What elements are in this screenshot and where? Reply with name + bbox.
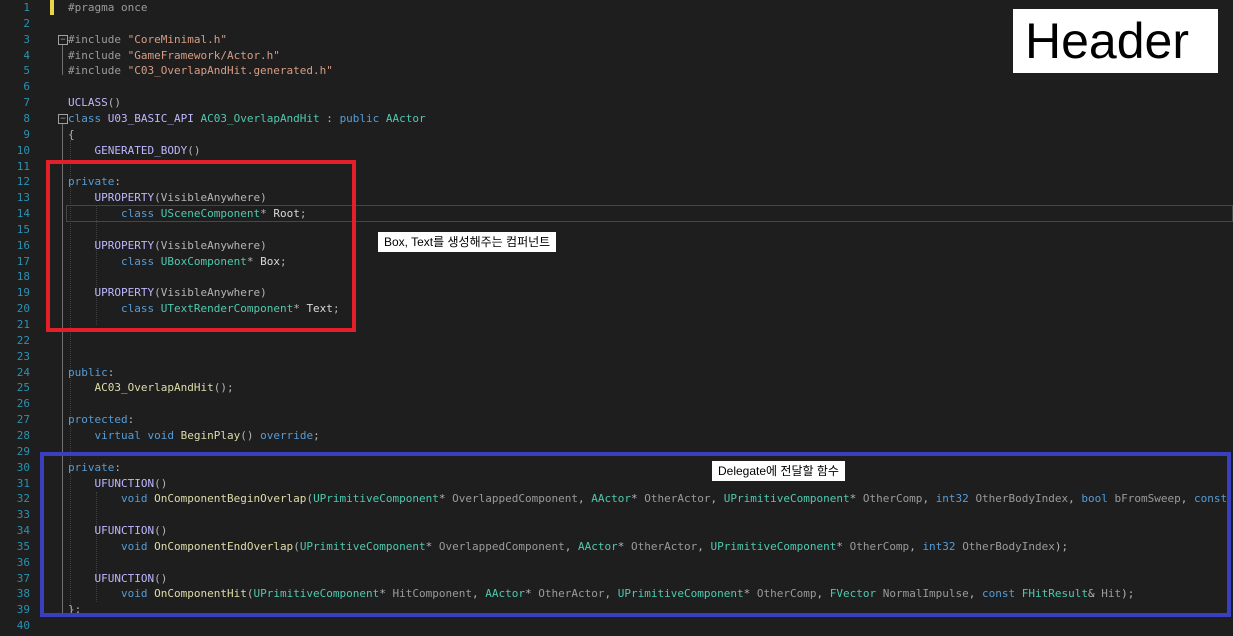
code-token: GENERATED_BODY	[94, 143, 188, 157]
code-line[interactable]: #include "GameFramework/Actor.h"	[68, 48, 280, 64]
code-line[interactable]: public:	[68, 365, 114, 381]
line-number: 4	[23, 48, 30, 62]
code-token: {	[68, 127, 75, 141]
collapse-icon[interactable]: −	[58, 35, 68, 45]
fold-guide	[62, 45, 63, 75]
code-token: #include	[68, 64, 128, 78]
code-token: "GameFramework/Actor.h"	[127, 48, 280, 62]
line-number: 22	[16, 333, 30, 347]
line-number: 5	[23, 64, 30, 78]
code-token: BeginPlay	[180, 428, 241, 442]
line-number: 11	[16, 159, 30, 173]
code-token: override	[260, 428, 314, 442]
code-line[interactable]: GENERATED_BODY()	[68, 143, 201, 159]
code-token: U03_BASIC_API	[107, 111, 201, 125]
line-number: 38	[16, 587, 30, 601]
line-number: 20	[16, 302, 30, 316]
code-line[interactable]: virtual void BeginPlay() override;	[68, 428, 320, 444]
code-token: ;	[313, 428, 320, 442]
code-token: #pragma once	[68, 1, 148, 14]
line-number-gutter: 1 2 3 4 5 6 7 8 9 10 11 12 13 14 15 16 17 18 19 20 21 22 23 24 2…	[0, 0, 40, 636]
code-token: AC03_OverlapAndHit	[94, 381, 214, 395]
code-token: AC03_OverlapAndHit	[200, 111, 320, 125]
code-token: UCLASS	[68, 96, 108, 110]
code-token: ();	[213, 381, 234, 395]
line-number: 17	[16, 254, 30, 268]
line-number: 40	[16, 619, 30, 633]
line-number: 29	[16, 444, 30, 458]
line-number: 35	[16, 539, 30, 553]
code-token: protected	[68, 413, 128, 427]
line-number: 24	[16, 365, 30, 379]
line-number: 31	[16, 476, 30, 490]
code-token: "CoreMinimal.h"	[127, 32, 227, 46]
components-note: Box, Text를 생성해주는 컴퍼넌트	[378, 232, 557, 252]
code-token: public	[68, 365, 108, 379]
line-number: 19	[16, 286, 30, 300]
code-token: public	[339, 111, 386, 125]
code-token: #include	[68, 48, 128, 62]
line-number: 10	[16, 143, 30, 157]
line-number: 39	[16, 603, 30, 617]
line-number: 28	[16, 428, 30, 442]
collapse-icon[interactable]: −	[58, 114, 68, 124]
code-line[interactable]: AC03_OverlapAndHit();	[68, 380, 234, 396]
code-token: AActor	[385, 111, 426, 125]
code-token: "C03_OverlapAndHit.generated.h"	[127, 64, 333, 78]
code-line[interactable]: protected:	[68, 412, 134, 428]
code-token: class	[68, 111, 108, 125]
code-line[interactable]: {	[68, 127, 75, 143]
code-line[interactable]: #pragma once	[68, 0, 147, 16]
line-number: 32	[16, 492, 30, 506]
code-token: :	[319, 111, 340, 125]
change-marker	[50, 0, 54, 15]
line-number: 23	[16, 349, 30, 363]
line-number: 7	[23, 96, 30, 110]
line-number: 1	[23, 1, 30, 14]
line-number: 18	[16, 270, 30, 284]
line-number: 13	[16, 191, 30, 205]
code-token: ()	[187, 143, 201, 157]
private-members-highlight	[46, 160, 356, 332]
line-number: 37	[16, 571, 30, 585]
line-number: 15	[16, 222, 30, 236]
code-token: :	[127, 413, 135, 427]
delegate-functions-highlight	[40, 452, 1231, 617]
code-line[interactable]: UCLASS()	[68, 95, 121, 111]
line-number: 34	[16, 524, 30, 538]
code-line[interactable]: #include "CoreMinimal.h"	[68, 32, 227, 48]
line-number: 26	[16, 397, 30, 411]
line-number: 3	[23, 32, 30, 46]
line-number: 21	[16, 318, 30, 331]
line-number: 2	[23, 16, 30, 30]
code-token: virtual	[94, 428, 148, 442]
line-number: 6	[23, 80, 30, 94]
code-token: #include	[68, 32, 128, 46]
line-number: 36	[16, 555, 30, 569]
code-line[interactable]: #include "C03_OverlapAndHit.generated.h"	[68, 63, 333, 79]
line-number: 25	[16, 381, 30, 395]
line-number: 27	[16, 413, 30, 427]
code-token: :	[107, 365, 115, 379]
line-number: 14	[16, 207, 30, 221]
code-token: void	[147, 428, 181, 442]
code-line[interactable]: class U03_BASIC_API AC03_OverlapAndHit :…	[68, 111, 426, 127]
line-number: 33	[16, 508, 30, 522]
code-token: ()	[107, 96, 121, 110]
delegate-note: Delegate에 전달할 함수	[712, 461, 845, 481]
code-token: ()	[240, 428, 261, 442]
line-number: 9	[23, 127, 30, 141]
line-number: 8	[23, 111, 30, 125]
header-label: Header	[1013, 9, 1218, 73]
line-number: 16	[16, 238, 30, 252]
line-number: 12	[16, 175, 30, 189]
line-number: 30	[16, 460, 30, 474]
